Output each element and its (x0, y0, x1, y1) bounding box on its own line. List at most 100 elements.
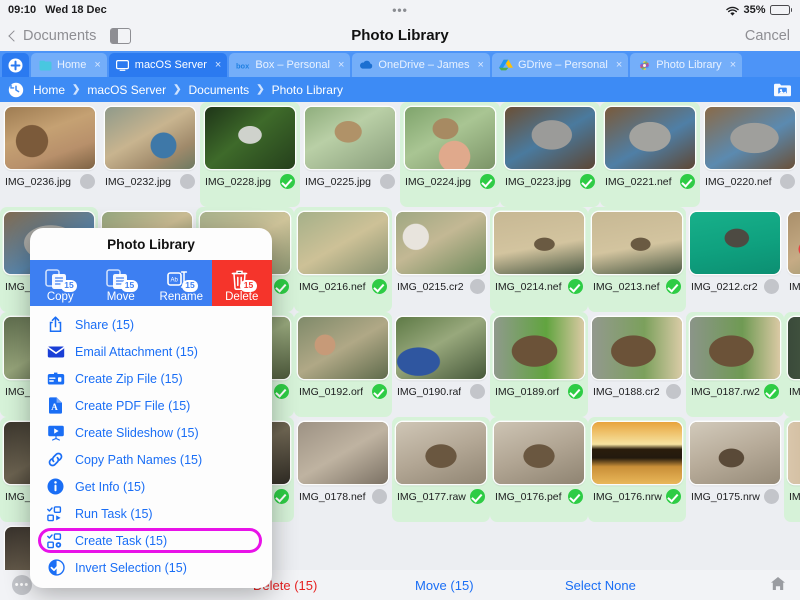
history-clock-icon[interactable] (8, 82, 24, 98)
selection-badge[interactable] (372, 279, 387, 294)
back-button-label: Documents (23, 27, 97, 44)
file-cell[interactable]: IMG_0192.orf (294, 312, 392, 417)
selection-badge[interactable] (666, 279, 681, 294)
select-none-button[interactable]: Select None (565, 578, 636, 593)
file-cell[interactable]: IMG_0171.cr2 (784, 417, 800, 522)
file-cell[interactable]: IMG_0176.nrw (588, 417, 686, 522)
home-icon[interactable] (770, 576, 786, 594)
file-cell[interactable]: IMG_0187.rw2 (686, 312, 784, 417)
menu-item-create-slideshow[interactable]: Create Slideshow (15) (30, 419, 272, 446)
breadcrumb-item-macos-server[interactable]: macOS Server (87, 83, 166, 97)
copy-button[interactable]: 15 Copy (30, 260, 91, 306)
menu-item-email-attachment[interactable]: Email Attachment (15) (30, 338, 272, 365)
file-cell[interactable]: IMG_0228.jpg (200, 102, 300, 207)
selection-badge[interactable] (274, 279, 289, 294)
file-cell[interactable]: IMG_0178.nef (294, 417, 392, 522)
cancel-button[interactable]: Cancel (745, 28, 790, 44)
file-cell[interactable]: IMG_0212.cr2 (686, 207, 784, 312)
wifi-icon (726, 6, 740, 17)
delete-button[interactable]: 15 Delete (211, 260, 272, 306)
more-dots-icon[interactable]: ••• (12, 575, 32, 595)
file-cell[interactable]: IMG_0189.orf (490, 312, 588, 417)
file-cell[interactable]: IMG_0175.nrw (686, 417, 784, 522)
file-cell[interactable]: IMG_0225.jpg (300, 102, 400, 207)
move-label: Move (106, 291, 135, 303)
file-cell[interactable]: IMG_0186.nef (784, 312, 800, 417)
file-cell[interactable]: IMG_0177.raw (392, 417, 490, 522)
sidebar-toggle-icon[interactable] (110, 27, 132, 44)
photo-folder-icon[interactable] (773, 82, 792, 98)
slideshow-icon (46, 423, 65, 442)
selection-badge[interactable] (666, 384, 681, 399)
selection-badge[interactable] (274, 384, 289, 399)
selection-badge[interactable] (470, 279, 485, 294)
selection-badge[interactable] (380, 174, 395, 189)
selection-badge[interactable] (568, 489, 583, 504)
close-icon[interactable]: × (215, 59, 221, 71)
menu-item-get-info[interactable]: Get Info (15) (30, 473, 272, 500)
selection-badge[interactable] (280, 174, 295, 189)
tab-gdrive-personal[interactable]: GDrive – Personal × (491, 53, 629, 77)
close-icon[interactable]: × (730, 59, 736, 71)
selection-badge[interactable] (470, 384, 485, 399)
selection-badge[interactable] (480, 174, 495, 189)
breadcrumb-item-home[interactable]: Home (33, 83, 65, 97)
menu-item-create-task[interactable]: Create Task (15) (30, 527, 272, 554)
file-cell[interactable]: IMG_0176.pef (490, 417, 588, 522)
rename-button[interactable]: Ab 15 Rename (151, 260, 212, 306)
file-cell[interactable]: IMG_0223.jpg (500, 102, 600, 207)
tab-macos-server[interactable]: macOS Server × (108, 53, 228, 77)
selection-badge[interactable] (372, 384, 387, 399)
file-cell[interactable]: IMG_0224.jpg (400, 102, 500, 207)
tab-home[interactable]: Home × (31, 53, 107, 77)
back-button[interactable]: Documents (8, 27, 97, 44)
menu-item-share[interactable]: Share (15) (30, 311, 272, 338)
menu-item-run-task[interactable]: Run Task (15) (30, 500, 272, 527)
menu-item-create-pdf[interactable]: A Create PDF File (15) (30, 392, 272, 419)
menu-item-create-zip[interactable]: Create Zip File (15) (30, 365, 272, 392)
file-cell[interactable]: IMG_0216.nef (294, 207, 392, 312)
file-cell[interactable]: IMG_0213.nef (588, 207, 686, 312)
selection-badge[interactable] (80, 174, 95, 189)
selection-badge[interactable] (680, 174, 695, 189)
selection-badge[interactable] (780, 174, 795, 189)
selection-badge[interactable] (764, 279, 779, 294)
file-cell[interactable]: IMG_0188.cr2 (588, 312, 686, 417)
breadcrumb-item-documents[interactable]: Documents (188, 83, 249, 97)
selection-badge[interactable] (470, 489, 485, 504)
file-cell[interactable]: IMG_0214.nef (490, 207, 588, 312)
menu-item-label: Create Zip File (15) (75, 371, 183, 386)
close-icon[interactable]: × (616, 59, 622, 71)
file-cell[interactable]: IMG_0236.jpg (0, 102, 100, 207)
file-cell[interactable]: IMG_0201.nef (784, 207, 800, 312)
pdf-icon: A (46, 396, 65, 415)
selection-badge[interactable] (568, 279, 583, 294)
selection-badge[interactable] (372, 489, 387, 504)
file-cell[interactable]: IMG_0190.raf (392, 312, 490, 417)
selection-badge[interactable] (568, 384, 583, 399)
move-button[interactable]: 15 Move (90, 260, 151, 306)
file-cell[interactable]: IMG_0232.jpg (100, 102, 200, 207)
menu-item-copy-path-names[interactable]: Copy Path Names (15) (30, 446, 272, 473)
tab-photo-library[interactable]: Photo Library × (630, 53, 743, 77)
tab-box-personal[interactable]: box Box – Personal × (229, 53, 351, 77)
selection-badge[interactable] (764, 384, 779, 399)
close-icon[interactable]: × (338, 59, 344, 71)
context-menu-popup[interactable]: Photo Library 15 Copy 15 Move Ab 15 Rena… (30, 228, 272, 588)
file-cell[interactable]: IMG_0221.nef (600, 102, 700, 207)
menu-item-invert-selection[interactable]: Invert Selection (15) (30, 554, 272, 581)
tab-onedrive-james[interactable]: OneDrive – James × (352, 53, 490, 77)
selection-badge[interactable] (764, 489, 779, 504)
selection-badge[interactable] (666, 489, 681, 504)
selection-badge[interactable] (274, 489, 289, 504)
breadcrumb-item-photo-library[interactable]: Photo Library (272, 83, 343, 97)
file-cell[interactable]: IMG_0215.cr2 (392, 207, 490, 312)
move-button[interactable]: Move (15) (415, 578, 474, 593)
selection-badge[interactable] (580, 174, 595, 189)
add-tab-icon[interactable] (2, 53, 29, 77)
file-cell[interactable]: IMG_0220.nef (700, 102, 800, 207)
close-icon[interactable]: × (478, 59, 484, 71)
close-icon[interactable]: × (94, 59, 100, 71)
file-meta: IMG_0214.nef (494, 279, 584, 294)
selection-badge[interactable] (180, 174, 195, 189)
